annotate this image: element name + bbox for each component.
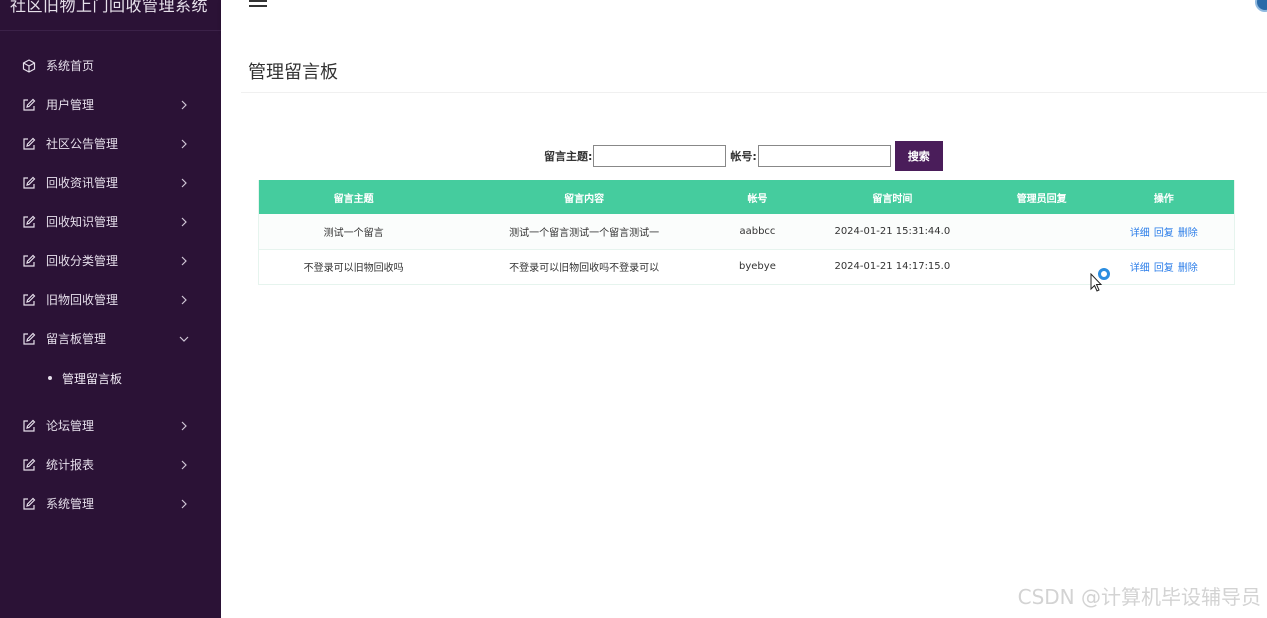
title-divider [241,92,1267,93]
sidebar-item-recycle-news[interactable]: 回收资讯管理 [0,163,221,202]
cell-actions: 详细 回复 删除 [1093,214,1235,250]
chevron-down-icon [179,334,189,344]
column-header: 操作 [1093,180,1235,214]
loading-indicator-icon [1098,268,1110,280]
sidebar-item-item-recycling[interactable]: 旧物回收管理 [0,280,221,319]
chevron-right-icon [179,217,189,227]
sidebar-item-announcements[interactable]: 社区公告管理 [0,124,221,163]
cell-time: 2024-01-21 15:31:44.0 [794,214,990,250]
bullet-icon [48,376,52,380]
cube-icon [22,58,36,73]
edit-icon [22,497,36,511]
sidebar-item-forum[interactable]: 论坛管理 [0,406,221,445]
chevron-right-icon [179,100,189,110]
cell-subject: 测试一个留言 [258,214,449,250]
edit-icon [22,137,36,151]
chevron-right-icon [179,178,189,188]
sidebar-item-label: 系统首页 [46,59,95,73]
column-header: 留言内容 [448,180,720,214]
delete-link[interactable]: 删除 [1178,228,1198,239]
table-header-row: 留言主题 留言内容 帐号 留言时间 管理员回复 操作 [258,180,1235,214]
cell-content: 不登录可以旧物回收吗不登录可以 [448,249,720,285]
delete-link[interactable]: 删除 [1178,263,1198,274]
cell-content: 测试一个留言测试一个留言测试一 [448,214,720,250]
edit-icon [22,419,36,433]
submenu-item-manage-message-board[interactable]: 管理留言板 [0,358,221,398]
account-label: 帐号: [730,150,757,163]
cell-time: 2024-01-21 14:17:15.0 [794,249,990,285]
edit-icon [22,458,36,472]
chevron-right-icon [179,460,189,470]
sidebar-item-label: 旧物回收管理 [46,293,119,307]
search-button[interactable]: 搜索 [894,141,943,171]
table-row: 不登录可以旧物回收吗 不登录可以旧物回收吗不登录可以 byebye 2024-0… [258,249,1235,285]
sidebar-item-label: 论坛管理 [46,419,95,433]
sidebar-item-label: 社区公告管理 [46,137,119,151]
reply-link[interactable]: 回复 [1154,228,1174,239]
cell-reply [989,249,1094,285]
sidebar-item-label: 用户管理 [46,98,95,112]
search-bar: 留言主题: 帐号: 搜索 [544,141,943,171]
subject-label: 留言主题: [544,150,593,163]
sidebar-item-recycle-category[interactable]: 回收分类管理 [0,241,221,280]
message-table: 留言主题 留言内容 帐号 留言时间 管理员回复 操作 测试一个留言 测试一个留言… [258,180,1235,285]
sidebar-item-label: 回收知识管理 [46,215,119,229]
edit-icon [22,293,36,307]
account-search-input[interactable] [757,145,891,167]
chevron-right-icon [179,421,189,431]
column-header: 管理员回复 [989,180,1094,214]
sidebar-item-home[interactable]: 系统首页 [0,46,221,85]
sidebar-divider [0,30,221,31]
chevron-right-icon [179,139,189,149]
avatar[interactable] [1255,0,1267,12]
hamburger-menu-icon[interactable] [249,0,267,12]
column-header: 留言时间 [794,180,990,214]
app-title: 社区旧物上门回收管理系统 [10,0,209,15]
edit-icon [22,215,36,229]
sidebar-item-label: 回收资讯管理 [46,176,119,190]
detail-link[interactable]: 详细 [1130,228,1150,239]
sidebar: 社区旧物上门回收管理系统 系统首页 用户管理 社区公告管理 回收资讯管理 回收知… [0,0,221,618]
cell-reply [989,214,1094,250]
sidebar-item-label: 统计报表 [46,458,95,472]
edit-icon [22,332,36,346]
cell-subject: 不登录可以旧物回收吗 [258,249,449,285]
cell-account: byebye [719,249,795,285]
sidebar-item-users[interactable]: 用户管理 [0,85,221,124]
sidebar-menu: 系统首页 用户管理 社区公告管理 回收资讯管理 回收知识管理 回收分类管理 旧物… [0,46,221,523]
chevron-right-icon [179,256,189,266]
top-bar [221,0,1267,30]
chevron-right-icon [179,499,189,509]
table-row: 测试一个留言 测试一个留言测试一个留言测试一 aabbcc 2024-01-21… [258,214,1235,250]
subject-search-input[interactable] [593,145,727,167]
sidebar-item-system[interactable]: 系统管理 [0,484,221,523]
cell-account: aabbcc [719,214,795,250]
watermark: CSDN @计算机毕设辅导员 [1017,585,1261,609]
sidebar-item-label: 系统管理 [46,497,95,511]
sidebar-item-recycle-knowledge[interactable]: 回收知识管理 [0,202,221,241]
chevron-right-icon [179,295,189,305]
edit-icon [22,176,36,190]
column-header: 帐号 [719,180,795,214]
column-header: 留言主题 [258,180,449,214]
main-content: 管理留言板 留言主题: 帐号: 搜索 留言主题 留言内容 帐号 留言时间 管理员… [221,30,1267,618]
sidebar-item-label: 留言板管理 [46,332,107,346]
submenu-item-label: 管理留言板 [62,371,123,386]
edit-icon [22,98,36,112]
sidebar-item-message-board[interactable]: 留言板管理 [0,319,221,358]
sidebar-item-statistics[interactable]: 统计报表 [0,445,221,484]
edit-icon [22,254,36,268]
cell-actions: 详细 回复 删除 [1093,249,1235,285]
sidebar-item-label: 回收分类管理 [46,254,119,268]
detail-link[interactable]: 详细 [1130,263,1150,274]
page-title: 管理留言板 [248,62,338,83]
reply-link[interactable]: 回复 [1154,263,1174,274]
